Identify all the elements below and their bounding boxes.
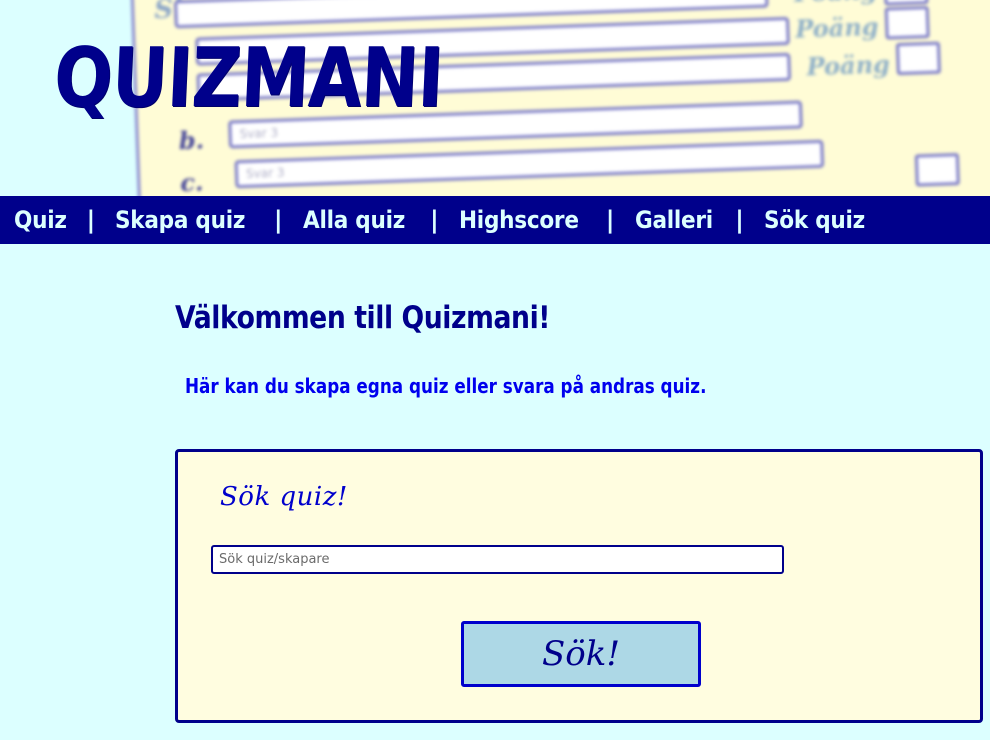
backdrop-letter: b.	[178, 125, 205, 156]
backdrop-points-box	[884, 5, 930, 40]
intro-text: Här kan du skapa egna quiz eller svara p…	[185, 374, 707, 398]
search-panel-title: Sök quiz!	[220, 482, 348, 512]
site-logo[interactable]: QUIZMANI	[52, 31, 445, 126]
backdrop-letter: c.	[179, 167, 204, 196]
main-nav: Quiz | Skapa quiz | Alla quiz | Highscor…	[0, 196, 990, 244]
nav-item-highscore[interactable]: Highscore	[459, 206, 579, 234]
backdrop-answer-field: Svar 3	[234, 139, 825, 189]
nav-separator: |	[735, 206, 744, 234]
nav-item-create-quiz[interactable]: Skapa quiz	[115, 206, 245, 234]
page: Skap Poäng Poäng Poäng b. Svar 3 c. Svar…	[0, 0, 990, 740]
nav-separator: |	[605, 206, 615, 234]
search-input[interactable]	[211, 545, 784, 574]
nav-separator: |	[430, 206, 439, 234]
nav-separator: |	[273, 206, 283, 234]
backdrop-points-box	[883, 0, 929, 6]
nav-separator: |	[86, 206, 96, 234]
nav-item-quiz[interactable]: Quiz	[14, 206, 67, 234]
nav-item-search-quiz[interactable]: Sök quiz	[764, 206, 865, 234]
backdrop-points-box	[895, 41, 941, 76]
search-panel: Sök quiz! Sök!	[175, 449, 983, 723]
backdrop-points-label: Poäng	[806, 49, 891, 82]
nav-item-all-quizzes[interactable]: Alla quiz	[303, 206, 405, 234]
nav-item-gallery[interactable]: Galleri	[635, 206, 713, 234]
backdrop-points-label: Poäng	[794, 11, 879, 44]
site-header: Skap Poäng Poäng Poäng b. Svar 3 c. Svar…	[0, 0, 990, 196]
welcome-heading: Välkommen till Quizmani!	[175, 300, 551, 336]
backdrop-points-label: Poäng	[794, 0, 878, 8]
backdrop-points-box	[914, 153, 960, 187]
search-button[interactable]: Sök!	[461, 621, 701, 687]
